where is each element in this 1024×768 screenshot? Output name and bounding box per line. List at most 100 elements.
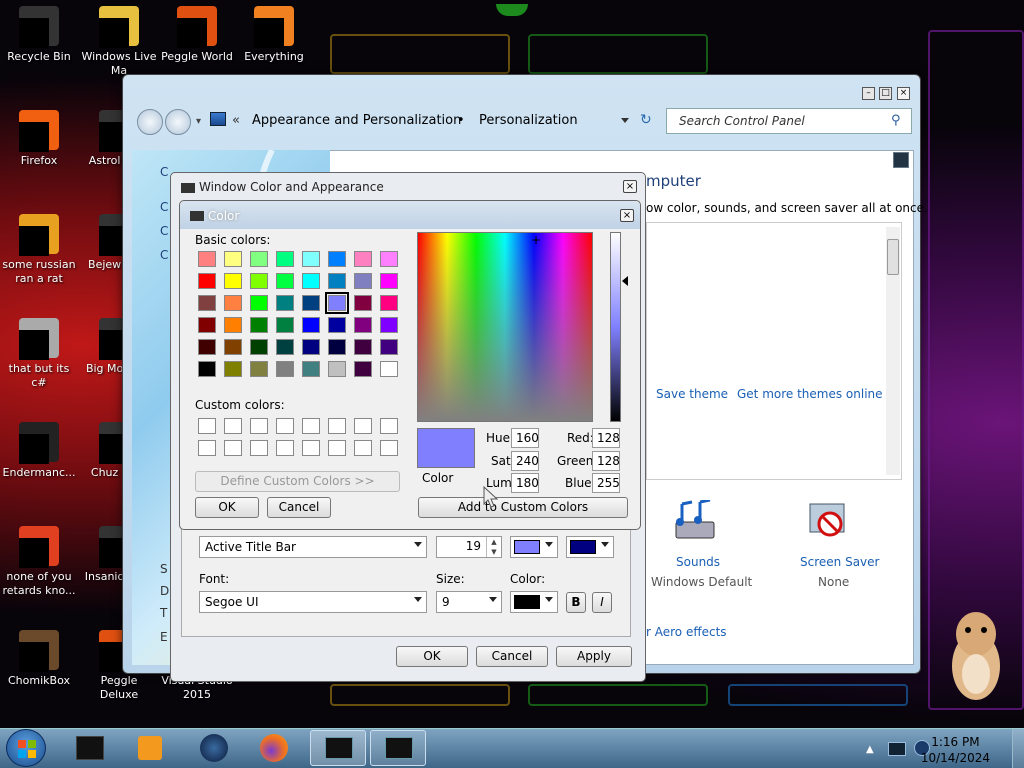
custom-color-swatch[interactable] [302, 440, 320, 456]
forward-button[interactable] [165, 109, 191, 135]
lum-input[interactable]: 180 [511, 473, 539, 493]
start-button[interactable] [6, 729, 46, 767]
color2-picker[interactable] [566, 536, 614, 558]
basic-color-swatch[interactable] [302, 273, 320, 289]
desktop-icon[interactable]: Everything [235, 6, 313, 64]
taskbar-app-3[interactable] [186, 730, 242, 766]
basic-color-swatch[interactable] [224, 251, 242, 267]
basic-color-swatch[interactable] [380, 361, 398, 377]
breadcrumb-appearance[interactable]: Appearance and Personalization [252, 113, 461, 128]
luminosity-arrow-icon[interactable] [622, 276, 628, 286]
basic-color-swatch[interactable] [325, 292, 349, 314]
font-combo[interactable]: Segoe UI [199, 591, 427, 613]
basic-color-swatch[interactable] [354, 273, 372, 289]
aero-effects-link[interactable]: r Aero effects [646, 625, 727, 639]
basic-color-swatch[interactable] [328, 339, 346, 355]
refresh-icon[interactable]: ↻ [640, 112, 652, 128]
red-input[interactable]: 128 [592, 428, 620, 448]
basic-color-swatch[interactable] [250, 339, 268, 355]
breadcrumb-personalization[interactable]: Personalization [479, 113, 578, 128]
search-control-panel-input[interactable]: Search Control Panel [666, 108, 912, 134]
basic-color-swatch[interactable] [276, 361, 294, 377]
maximize-button[interactable]: □ [879, 87, 892, 100]
italic-button[interactable]: I [592, 592, 612, 613]
left-pane-link[interactable]: C [160, 200, 168, 214]
bold-button[interactable]: B [566, 592, 586, 613]
basic-color-swatch[interactable] [250, 251, 268, 267]
color-cancel-button[interactable]: Cancel [267, 497, 331, 518]
custom-color-swatch[interactable] [198, 418, 216, 434]
custom-color-swatch[interactable] [276, 418, 294, 434]
blue-input[interactable]: 255 [592, 473, 620, 493]
basic-color-swatch[interactable] [328, 251, 346, 267]
screen-saver-icon[interactable] [806, 500, 852, 546]
sounds-link[interactable]: Sounds [676, 555, 720, 569]
custom-color-swatch[interactable] [276, 440, 294, 456]
color1-picker[interactable] [510, 536, 558, 558]
basic-color-swatch[interactable] [328, 361, 346, 377]
basic-color-swatch[interactable] [198, 273, 216, 289]
left-pane-see-also[interactable]: S [160, 562, 168, 576]
desktop-icon[interactable]: Endermanc... [0, 422, 78, 480]
basic-color-swatch[interactable] [354, 339, 372, 355]
taskbar-clock[interactable]: 1:16 PM 10/14/2024 [921, 734, 990, 766]
custom-color-swatch[interactable] [328, 418, 346, 434]
basic-color-swatch[interactable] [302, 317, 320, 333]
spinner-arrows-icon[interactable]: ▲ ▼ [486, 537, 501, 557]
recent-pages-icon[interactable]: ▾ [196, 116, 201, 127]
basic-color-swatch[interactable] [198, 317, 216, 333]
basic-color-swatch[interactable] [302, 361, 320, 377]
basic-color-swatch[interactable] [198, 251, 216, 267]
basic-color-swatch[interactable] [224, 273, 242, 289]
basic-color-swatch[interactable] [198, 295, 216, 311]
left-pane-link[interactable]: C [160, 165, 168, 179]
left-pane-link[interactable]: C [160, 224, 168, 238]
sat-input[interactable]: 240 [511, 451, 539, 471]
color-spectrum[interactable]: + [417, 232, 593, 422]
get-more-themes-link[interactable]: Get more themes online [737, 387, 883, 401]
define-custom-colors-button[interactable]: Define Custom Colors >> [195, 471, 400, 492]
desktop-icon[interactable]: none of you retards kno... [0, 526, 78, 598]
custom-color-swatch[interactable] [250, 418, 268, 434]
custom-color-swatch[interactable] [224, 418, 242, 434]
desktop-icon[interactable]: Recycle Bin [0, 6, 78, 64]
save-theme-link[interactable]: Save theme [656, 387, 728, 401]
basic-color-swatch[interactable] [354, 361, 372, 377]
back-button[interactable] [137, 109, 163, 135]
basic-color-swatch[interactable] [198, 339, 216, 355]
taskbar-control-panel[interactable] [310, 730, 366, 766]
basic-color-swatch[interactable] [380, 295, 398, 311]
close-button[interactable]: × [620, 209, 634, 222]
desktop-icon[interactable]: some russian ran a rat [0, 214, 78, 286]
item-combo[interactable]: Active Title Bar [199, 536, 427, 558]
left-pane-link[interactable]: C [160, 248, 168, 262]
basic-color-swatch[interactable] [250, 273, 268, 289]
desktop-icon[interactable]: Firefox [0, 110, 78, 168]
left-pane-see-also[interactable]: E [160, 630, 168, 644]
custom-color-swatch[interactable] [380, 418, 398, 434]
basic-color-swatch[interactable] [380, 251, 398, 267]
search-icon[interactable]: ⚲ [891, 113, 901, 128]
basic-color-swatch[interactable] [250, 295, 268, 311]
close-button[interactable]: × [623, 180, 637, 193]
basic-color-swatch[interactable] [302, 295, 320, 311]
basic-color-swatch[interactable] [276, 295, 294, 311]
themes-scrollbar[interactable] [886, 227, 900, 475]
hue-input[interactable]: 160 [511, 428, 539, 448]
basic-color-swatch[interactable] [354, 295, 372, 311]
taskbar-dialog[interactable] [370, 730, 426, 766]
sounds-icon[interactable] [670, 498, 720, 548]
basic-color-swatch[interactable] [276, 339, 294, 355]
custom-color-swatch[interactable] [380, 440, 398, 456]
screen-saver-link[interactable]: Screen Saver [800, 555, 879, 569]
desktop-icon[interactable]: Peggle World [158, 6, 236, 64]
taskbar-media-player[interactable] [122, 730, 178, 766]
font-color-picker[interactable] [510, 591, 558, 613]
basic-color-swatch[interactable] [224, 317, 242, 333]
desktop-icon[interactable]: that but its c# [0, 318, 78, 390]
apply-button[interactable]: Apply [556, 646, 632, 667]
basic-color-swatch[interactable] [302, 339, 320, 355]
basic-color-swatch[interactable] [380, 339, 398, 355]
cancel-button[interactable]: Cancel [476, 646, 548, 667]
basic-color-swatch[interactable] [276, 317, 294, 333]
